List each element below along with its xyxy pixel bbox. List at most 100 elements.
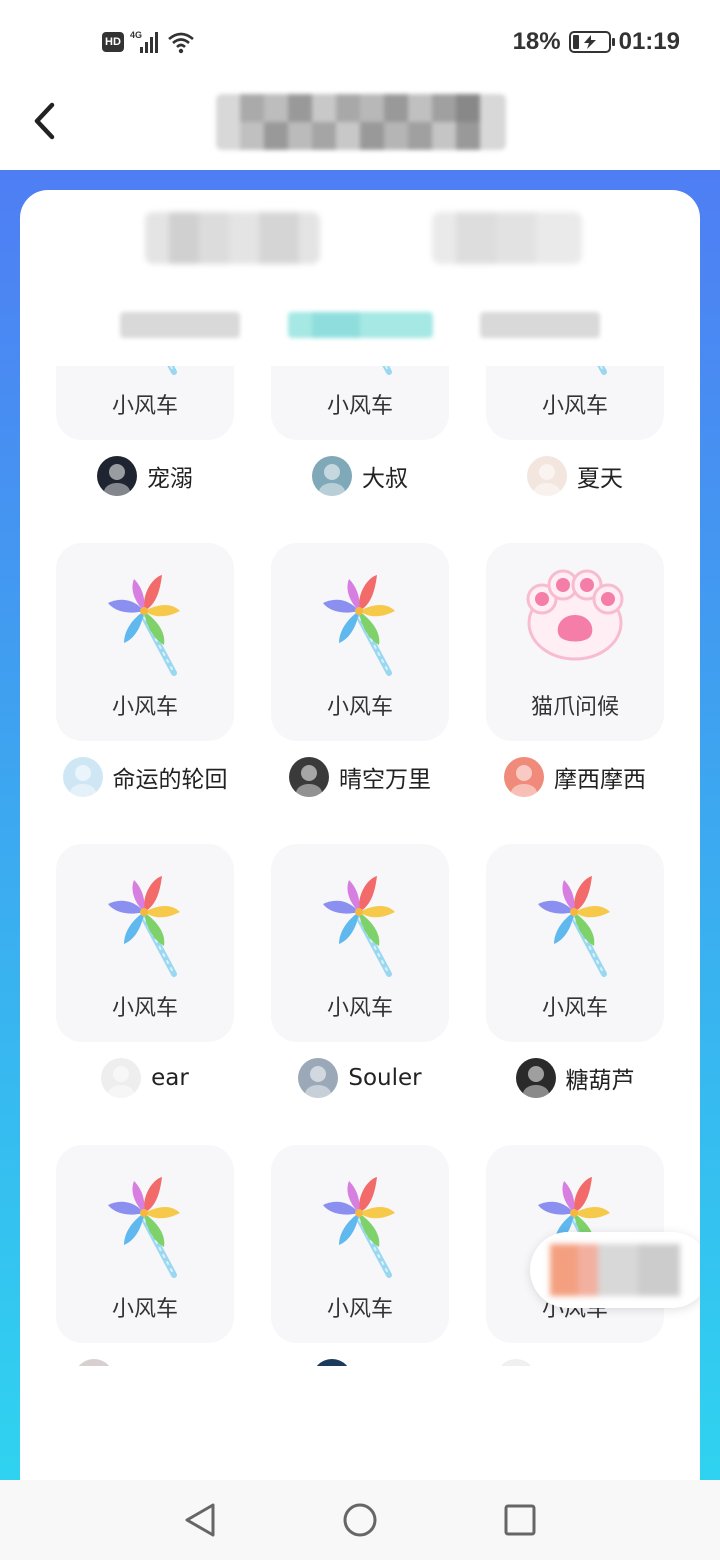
gift-card[interactable]: 小风车 [486,844,664,1042]
sender-row[interactable]: 夏天 [486,446,664,506]
gift-item[interactable]: 小风车夏天 [486,366,664,506]
gift-name: 小风车 [541,394,608,419]
gift-name: 小风车 [326,1297,393,1322]
sender-row[interactable]: 大叔 [271,446,449,506]
sender-name: 宠溺 [147,466,193,492]
nav-home-button[interactable] [335,1495,385,1545]
floating-entry-button[interactable] [530,1232,700,1308]
pinwheel-icon [317,567,401,679]
avatar[interactable] [312,456,352,496]
avatar[interactable] [504,757,544,797]
pinwheel-icon [323,1177,395,1278]
avatar[interactable] [515,1058,556,1098]
sender-row[interactable]: 糖葫芦 [486,1048,664,1108]
gift-item[interactable]: 小风车 Souler [271,844,449,1108]
square-recents-icon [504,1504,536,1536]
pinwheel-icon [108,876,180,977]
sender-row[interactable]: 摩西摩西 [486,747,664,807]
pinwheel-icon [108,1177,180,1278]
gift-item[interactable]: 小风车无聊的很 [56,1145,234,1366]
gift-name: 小风车 [326,394,393,419]
nav-recents-button[interactable] [495,1495,545,1545]
gift-card[interactable]: 小风车 [271,844,449,1042]
pinwheel-icon [538,876,610,977]
gift-item[interactable]: 猫爪问候 摩西摩西 [486,543,664,807]
gift-name: 小风车 [111,394,178,419]
sender-name: 无聊的很 [124,1362,216,1366]
avatar[interactable] [527,456,567,496]
gift-name: 小风车 [111,1297,178,1322]
tab-obscured-3[interactable] [480,312,600,338]
gift-card[interactable]: 小风车 [271,1145,449,1343]
cat-paw-icon [520,567,630,679]
pinwheel-icon [532,366,616,378]
sender-row[interactable]: X温柔的… [486,1349,664,1366]
sender-name: X温柔的… [546,1362,654,1366]
back-button[interactable] [20,96,70,146]
gift-card[interactable]: 小风车 [271,543,449,741]
gift-item[interactable]: 小风车大叔 [271,366,449,506]
avatar[interactable] [298,1058,339,1098]
pinwheel-icon [167,366,177,375]
obscured-stat-1 [145,212,320,264]
pinwheel-icon [108,575,180,676]
gift-grid: 小风车 宠溺 小风车 大叔 小风车 夏天 小风车 命运的轮回 小风车 晴空万里 猫爪问候摩… [56,366,666,1366]
svg-text:4G: 4G [130,30,142,40]
gift-item[interactable]: 小风车八戒 [271,1145,449,1366]
obscured-stat-2 [432,212,582,264]
pinwheel-icon [317,366,401,378]
clock: 01:19 [618,28,680,55]
gift-card[interactable]: 猫爪问候 [486,543,664,741]
gift-item[interactable]: 小风车 命运的轮回 [56,543,234,807]
avatar[interactable] [74,1359,114,1366]
sender-name: 夏天 [577,466,623,492]
avatar[interactable] [97,456,137,496]
avatar[interactable] [289,757,329,797]
avatar[interactable] [101,1058,142,1098]
sender-name: ear [151,1065,189,1091]
obscured-floating-content [550,1244,680,1296]
pinwheel-icon [323,575,395,676]
gift-card[interactable]: 小风车 [486,366,664,440]
triangle-back-icon [185,1503,215,1537]
cat-paw-icon [526,569,624,661]
avatar[interactable] [312,1359,352,1366]
sender-row[interactable]: 晴空万里 [271,747,449,807]
sender-row[interactable]: 八戒 [271,1349,449,1366]
battery-percent: 18% [512,28,561,55]
avatar[interactable] [62,757,103,797]
sender-row[interactable]: Souler [271,1048,449,1108]
status-left: HD 4G [102,28,196,56]
nav-back-button[interactable] [175,1495,225,1545]
tab-obscured-2[interactable] [288,312,433,338]
sender-name: Souler [348,1065,422,1091]
sender-row[interactable]: ear [56,1048,234,1108]
header [0,86,720,170]
pinwheel-icon [532,868,616,980]
battery-charging-icon [568,31,615,53]
sender-name: 晴空万里 [339,767,431,793]
gift-card[interactable]: 小风车 [56,366,234,440]
sender-name: 大叔 [362,466,408,492]
gift-card[interactable]: 小风车 [56,844,234,1042]
gift-card[interactable]: 小风车 [271,366,449,440]
tab-obscured-1[interactable] [120,312,240,338]
cellular-signal-icon: 4G [130,30,158,53]
sender-row[interactable]: 宠溺 [56,446,234,506]
gift-item[interactable]: 小风车 糖葫芦 [486,844,664,1108]
pinwheel-icon [317,1169,401,1281]
circle-home-icon [343,1503,377,1537]
sender-row[interactable]: 命运的轮回 [56,747,234,807]
gift-card[interactable]: 小风车 [56,543,234,741]
gift-item[interactable]: 小风车晴空万里 [271,543,449,807]
obscured-title [216,94,506,150]
gift-item[interactable]: 小风车 ear [56,844,234,1108]
sender-row[interactable]: 无聊的很 [56,1349,234,1366]
pinwheel-icon [323,876,395,977]
gift-name: 小风车 [111,695,178,720]
avatar[interactable] [496,1359,537,1366]
gift-card[interactable]: 小风车 [56,1145,234,1343]
gift-item[interactable]: 小风车宠溺 [56,366,234,506]
sender-name: 命运的轮回 [112,767,228,793]
gift-name: 小风车 [541,996,608,1021]
